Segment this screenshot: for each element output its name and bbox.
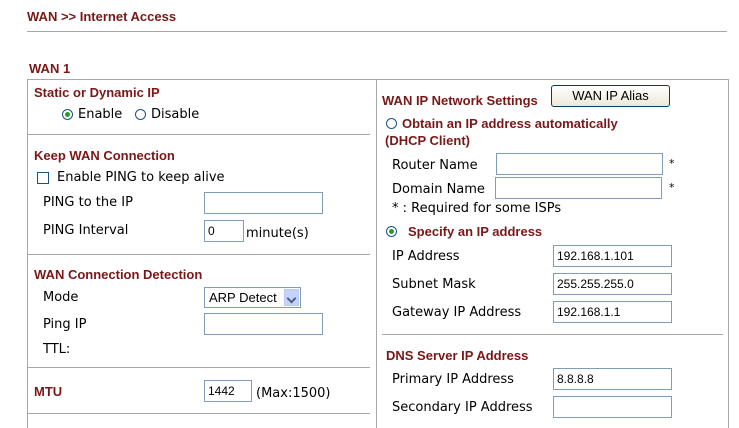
divider-1 (27, 134, 370, 135)
enable-radio[interactable] (62, 109, 73, 120)
mode-label: Mode (43, 290, 79, 305)
divider-4 (27, 413, 370, 414)
mode-select[interactable]: ARP Detect (204, 287, 301, 308)
ping-ip-detect-input[interactable] (204, 313, 323, 335)
secondary-dns-input[interactable] (553, 396, 672, 418)
detection-title: WAN Connection Detection (34, 267, 203, 282)
gateway-label: Gateway IP Address (392, 305, 522, 320)
disable-label: Disable (151, 107, 200, 122)
domain-name-asterisk: * (669, 181, 675, 194)
domain-name-label: Domain Name (392, 182, 485, 197)
ping-ip-label: PING to the IP (43, 195, 133, 210)
ping-keep-alive-label: Enable PING to keep alive (57, 170, 225, 185)
ping-interval-input[interactable]: 0 (204, 220, 244, 242)
divider-3 (27, 367, 370, 368)
mode-select-value: ARP Detect (209, 290, 277, 305)
domain-name-input[interactable] (495, 177, 662, 199)
obtain-ip-radio[interactable] (386, 118, 397, 129)
ping-interval-label: PING Interval (43, 223, 129, 238)
router-name-input[interactable] (496, 153, 663, 175)
required-note: * : Required for some ISPs (392, 201, 562, 216)
ping-keep-alive-checkbox[interactable] (37, 172, 49, 184)
specify-ip-radio[interactable] (386, 226, 397, 237)
secondary-dns-label: Secondary IP Address (392, 400, 533, 415)
gateway-input[interactable]: 192.168.1.1 (553, 301, 672, 323)
wan-ip-alias-button[interactable]: WAN IP Alias (551, 85, 670, 107)
subnet-mask-input[interactable]: 255.255.255.0 (553, 273, 672, 295)
mtu-input[interactable]: 1442 (204, 380, 252, 402)
primary-dns-label: Primary IP Address (392, 372, 514, 387)
divider-2 (27, 254, 370, 255)
obtain-ip-label: Obtain an IP address automatically (402, 116, 618, 131)
dhcp-client-label: (DHCP Client) (385, 133, 470, 148)
ttl-label: TTL: (43, 342, 71, 357)
divider-right (382, 334, 723, 335)
keep-wan-title: Keep WAN Connection (34, 148, 175, 163)
disable-radio[interactable] (135, 109, 146, 120)
header-divider (27, 31, 727, 32)
mtu-label: MTU (34, 384, 63, 399)
primary-dns-input[interactable]: 8.8.8.8 (553, 368, 672, 390)
subnet-mask-label: Subnet Mask (392, 277, 476, 292)
ip-address-input[interactable]: 192.168.1.101 (553, 245, 672, 267)
table-top-border (27, 79, 729, 80)
chevron-down-icon (284, 289, 299, 306)
ping-interval-unit: minute(s) (246, 226, 309, 241)
static-dynamic-title: Static or Dynamic IP (34, 85, 160, 100)
mtu-max-text: (Max:1500) (256, 386, 331, 401)
router-name-asterisk: * (669, 157, 675, 170)
column-divider (376, 79, 377, 428)
enable-label: Enable (78, 107, 123, 122)
breadcrumb: WAN >> Internet Access (27, 9, 177, 24)
ip-address-label: IP Address (392, 249, 460, 264)
table-right-border (728, 79, 729, 428)
ping-ip-input[interactable] (204, 192, 323, 214)
router-name-label: Router Name (392, 158, 478, 173)
ping-ip-detect-label: Ping IP (43, 317, 87, 332)
wan-ip-title: WAN IP Network Settings (382, 93, 538, 108)
section-title: WAN 1 (29, 61, 71, 76)
specify-ip-label: Specify an IP address (408, 224, 543, 239)
dns-title: DNS Server IP Address (386, 348, 529, 363)
